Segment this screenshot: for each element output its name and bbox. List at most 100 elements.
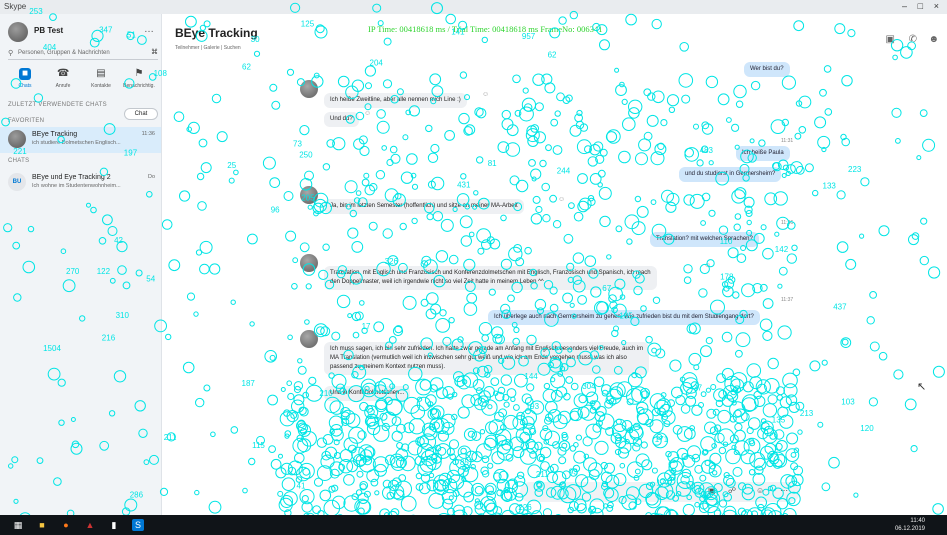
- gaze-fixation: [606, 129, 621, 144]
- reaction-icon[interactable]: ☺: [558, 196, 565, 203]
- gaze-fixation: [187, 121, 200, 135]
- gaze-fixation: [417, 443, 434, 461]
- gaze-fixation: [195, 397, 205, 408]
- gaze-fixation: [637, 412, 650, 425]
- message-incoming[interactable]: Und in Konfi Dolmetschen...: [324, 386, 411, 401]
- reaction-icon[interactable]: ☺: [482, 91, 489, 98]
- message-outgoing[interactable]: Wer bist du?: [744, 62, 790, 77]
- gaze-fixation: [299, 406, 309, 417]
- video-call-icon[interactable]: ▣: [886, 34, 895, 45]
- gaze-fixation: [348, 426, 366, 444]
- gaze-fixation: [572, 464, 581, 473]
- explorer-icon[interactable]: ■: [36, 519, 48, 531]
- message-outgoing[interactable]: Ich überlege auch nach Germersheim zu ge…: [488, 310, 760, 325]
- gaze-fixation: [577, 406, 590, 419]
- gaze-fixation: [793, 447, 800, 453]
- gaze-fixation: [480, 496, 497, 513]
- gaze-fixation: [301, 495, 309, 503]
- message-timestamp: 11:37: [781, 297, 794, 303]
- search-input[interactable]: ⚲ Personen, Gruppen & Nachrichten ⌘: [8, 48, 158, 60]
- image-icon[interactable]: ▣: [708, 486, 716, 495]
- message-composer[interactable]: ▣ ☍ ☺ ⋯: [520, 482, 800, 502]
- gaze-fixation: [764, 442, 777, 455]
- more-icon[interactable]: ⋯: [780, 486, 788, 495]
- gaze-fixation: [769, 432, 777, 440]
- chat-title[interactable]: BEye Tracking: [175, 26, 258, 40]
- gaze-fixation: [781, 118, 789, 127]
- maximize-button[interactable]: □: [918, 1, 923, 11]
- gaze-fixation: [416, 396, 432, 412]
- gaze-fixation: [331, 484, 339, 492]
- gaze-fixation: [290, 412, 298, 419]
- gaze-fixation: [821, 359, 828, 366]
- gaze-fixation: [485, 485, 495, 494]
- profile[interactable]: PB Test …: [8, 22, 158, 46]
- gaze-fixation: [821, 146, 827, 153]
- tab-calls[interactable]: ☎ Anrufe: [46, 68, 80, 96]
- taskbar: ▦ ■ ● ▲ ▮ S 11:40 06.12.2019: [0, 515, 947, 535]
- gaze-fixation: [762, 247, 774, 260]
- gaze-fixation: [649, 419, 664, 434]
- message-incoming[interactable]: Ich heiße Zweitline, aber alle nennen mi…: [324, 93, 467, 108]
- tab-contacts[interactable]: ▤ Kontakte: [84, 68, 118, 96]
- windows-icon[interactable]: ▦: [12, 519, 24, 531]
- gaze-fixation: [312, 505, 322, 515]
- gaze-fixation: [668, 460, 683, 475]
- app-icon[interactable]: ▲: [84, 519, 96, 531]
- gaze-fixation: [558, 456, 567, 465]
- gaze-fixation: [428, 423, 436, 431]
- gaze-fixation: [632, 443, 641, 452]
- minimize-button[interactable]: –: [902, 1, 907, 11]
- message-incoming[interactable]: Translation, mit Englisch und Französisc…: [324, 266, 657, 290]
- message-outgoing[interactable]: und du studierst in Germersheim?: [679, 167, 782, 182]
- gaze-fixation: [355, 489, 363, 496]
- gaze-fixation: [892, 54, 898, 61]
- reaction-icon[interactable]: ☺: [364, 110, 371, 117]
- skype-icon[interactable]: S: [132, 519, 144, 531]
- gaze-fixation: [487, 462, 494, 469]
- gaze-fixation: [742, 381, 754, 393]
- gaze-fixation-label: 115: [252, 441, 265, 450]
- gaze-fixation: [533, 131, 547, 144]
- gaze-fixation: [509, 503, 521, 515]
- close-button[interactable]: ×: [934, 1, 939, 11]
- message-incoming[interactable]: Ich muss sagen, ich bin sehr zufrieden. …: [324, 342, 650, 375]
- new-chat-button[interactable]: Chat: [124, 108, 158, 120]
- clock[interactable]: 11:40 06.12.2019: [895, 517, 925, 533]
- message-outgoing[interactable]: Ich heiße Paula: [736, 146, 790, 161]
- file-icon[interactable]: ▮: [108, 519, 120, 531]
- gaze-fixation: [657, 407, 666, 417]
- gaze-fixation: [299, 242, 310, 253]
- firefox-icon[interactable]: ●: [60, 519, 72, 531]
- add-person-icon[interactable]: ☻: [928, 34, 939, 45]
- message-incoming[interactable]: Ja, bin im letzten Semester (hoffentlich…: [324, 199, 524, 214]
- conversation-item[interactable]: BEye Tracking ich studiere Dolmetschen E…: [0, 127, 161, 153]
- gaze-fixation: [352, 331, 360, 339]
- gaze-fixation: [757, 503, 765, 512]
- gaze-fixation: [331, 428, 344, 442]
- tab-chats[interactable]: ■ Chats: [8, 68, 42, 96]
- conversation-item[interactable]: BU BEye und Eye Tracking 2 Ich wohne im …: [0, 170, 161, 196]
- chat-subtitle[interactable]: Teilnehmer | Galerie | Suchen: [175, 45, 241, 51]
- phone-call-icon[interactable]: ✆: [909, 34, 917, 45]
- message-timestamp: 11:36: [781, 220, 794, 226]
- gaze-fixation: [748, 438, 755, 445]
- gaze-fixation: [448, 495, 454, 501]
- gaze-fixation: [613, 418, 627, 432]
- attach-icon[interactable]: ☍: [728, 486, 736, 495]
- gaze-fixation: [588, 462, 603, 477]
- more-options-icon[interactable]: …: [144, 24, 154, 35]
- tab-notifications[interactable]: ⚑ Benachrichtig.: [122, 68, 156, 96]
- reaction-icon[interactable]: ☺: [704, 262, 711, 269]
- gaze-fixation: [573, 393, 589, 409]
- section-recent-chats[interactable]: ZULETZT VERWENDETE CHATS: [8, 102, 107, 108]
- message-outgoing[interactable]: Translation? mit welchen Sprachen?: [650, 232, 759, 247]
- gaze-fixation: [587, 156, 598, 167]
- gaze-fixation: [636, 408, 654, 426]
- emoji-icon[interactable]: ☺: [756, 486, 764, 495]
- message-incoming[interactable]: Und du?: [324, 112, 359, 127]
- profile-avatar[interactable]: [8, 22, 28, 42]
- gaze-fixation: [426, 479, 439, 492]
- dialpad-icon[interactable]: ⌘: [151, 48, 158, 56]
- gaze-fixation: [328, 415, 344, 431]
